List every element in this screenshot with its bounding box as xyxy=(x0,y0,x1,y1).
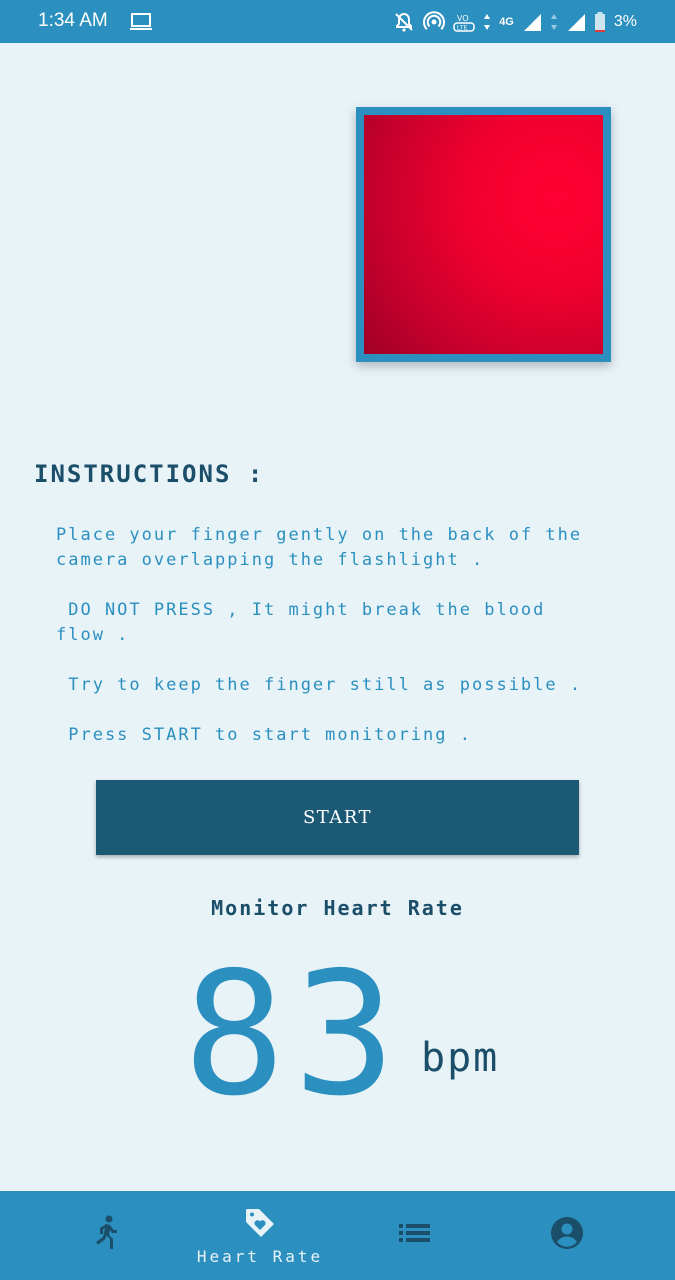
instruction-2: DO NOT PRESS , It might break the blood … xyxy=(56,600,546,645)
data-arrows-2-icon xyxy=(550,13,558,31)
bell-off-icon xyxy=(393,11,415,33)
bottom-nav: Heart Rate xyxy=(0,1191,675,1280)
instructions-title: INSTRUCTIONS : xyxy=(34,460,265,488)
camera-preview xyxy=(364,115,603,354)
data-arrows-icon xyxy=(483,13,491,31)
signal-icon xyxy=(522,12,542,32)
bpm-unit: bpm xyxy=(421,1035,500,1081)
svg-text:VO: VO xyxy=(457,14,469,23)
heart-rate-value: 83 xyxy=(183,936,404,1134)
svg-text:LTE: LTE xyxy=(457,26,468,32)
instruction-3: Try to keep the finger still as possible… xyxy=(56,675,583,695)
nav-list[interactable] xyxy=(370,1191,460,1280)
camera-frame xyxy=(356,107,611,362)
hotspot-icon xyxy=(423,11,446,33)
status-icons: VO LTE 4G 3% xyxy=(393,10,637,34)
instruction-1: Place your finger gently on the back of … xyxy=(56,525,583,570)
laptop-icon xyxy=(129,12,153,32)
status-time: 1:34 AM xyxy=(38,10,108,31)
nav-activity[interactable] xyxy=(60,1191,150,1280)
monitor-title: Monitor Heart Rate xyxy=(211,896,464,920)
signal-roaming-icon xyxy=(566,12,586,32)
start-button[interactable]: START xyxy=(96,780,579,855)
nav-profile[interactable] xyxy=(522,1191,612,1280)
battery-percent: 3% xyxy=(613,13,637,30)
status-bar: 1:34 AM VO LTE 4G 3% xyxy=(0,0,675,43)
volte-icon: VO LTE xyxy=(453,11,475,33)
battery-icon xyxy=(594,12,606,32)
nav-heart-rate-label: Heart Rate xyxy=(196,1246,324,1266)
list-icon xyxy=(399,1222,431,1249)
instruction-4: Press START to start monitoring . xyxy=(56,725,472,745)
account-icon xyxy=(550,1216,584,1255)
running-icon xyxy=(90,1215,120,1256)
nav-heart-rate[interactable]: Heart Rate xyxy=(180,1191,340,1280)
network-type: 4G xyxy=(499,16,514,28)
heart-tag-icon xyxy=(243,1206,277,1245)
